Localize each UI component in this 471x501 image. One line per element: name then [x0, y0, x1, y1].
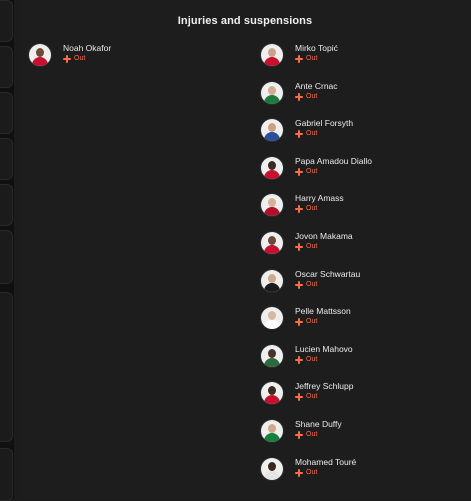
player-name: Shane Duffy — [295, 419, 342, 429]
status-text: Out — [306, 318, 318, 326]
player-avatar — [261, 81, 283, 104]
player-row[interactable]: Gabriel Forsyth Out — [261, 118, 353, 150]
player-avatar — [261, 382, 283, 405]
injury-cross-icon — [63, 55, 71, 63]
injuries-panel: Injuries and suspensions Noah Okafor Out … — [19, 0, 471, 499]
status-text: Out — [306, 355, 318, 363]
player-name: Jeffrey Schlupp — [295, 381, 354, 392]
injury-cross-icon — [295, 243, 303, 251]
rail-segment[interactable] — [0, 230, 13, 284]
status-badge: Out — [295, 130, 353, 139]
status-badge: Out — [295, 243, 353, 251]
status-text: Out — [74, 55, 86, 62]
injury-cross-icon — [295, 280, 303, 289]
player-row[interactable]: Harry Amass Out — [261, 193, 344, 225]
player-name: Papa Amadou Diallo — [295, 155, 373, 166]
status-badge: Out — [295, 280, 360, 289]
status-text: Out — [306, 468, 318, 476]
status-badge: Out — [295, 355, 353, 364]
player-avatar — [261, 156, 283, 179]
player-row[interactable]: Mirko Topić Out — [261, 43, 338, 75]
player-name: Harry Amass — [295, 193, 344, 204]
player-name: Jovon Makama — [295, 231, 353, 241]
player-avatar — [261, 119, 283, 142]
player-row[interactable]: Mohamed Touré Out — [261, 457, 356, 489]
player-row[interactable]: Jovon Makama Out — [261, 231, 353, 263]
injury-cross-icon — [295, 431, 303, 439]
rail-segment[interactable] — [0, 292, 13, 442]
section-title: Injuries and suspensions — [177, 15, 313, 27]
player-avatar — [261, 232, 283, 254]
injury-cross-icon — [295, 205, 303, 214]
player-name: Noah Okafor — [63, 43, 112, 53]
rail-segment[interactable] — [0, 0, 13, 42]
player-row[interactable]: Papa Amadou Diallo Out — [261, 156, 372, 188]
player-row[interactable]: Ante Crnac Out — [261, 81, 338, 113]
player-avatar — [261, 194, 283, 217]
status-badge: Out — [295, 92, 338, 101]
injury-cross-icon — [295, 167, 303, 176]
player-row[interactable]: Jeffrey Schlupp Out — [261, 381, 353, 413]
status-text: Out — [306, 92, 318, 100]
status-text: Out — [306, 280, 318, 288]
status-badge: Out — [295, 205, 344, 214]
injury-cross-icon — [295, 92, 303, 101]
player-avatar — [261, 457, 283, 480]
status-badge: Out — [295, 431, 342, 439]
injury-cross-icon — [295, 468, 303, 477]
player-name: Ante Crnac — [295, 80, 338, 91]
player-avatar — [29, 44, 51, 66]
player-avatar — [261, 344, 283, 367]
player-name: Gabriel Forsyth — [295, 118, 354, 129]
rail-segment[interactable] — [0, 138, 13, 180]
player-name: Mirko Topić — [295, 43, 338, 53]
status-badge: Out — [295, 468, 356, 477]
injury-cross-icon — [295, 55, 303, 63]
status-text: Out — [306, 393, 318, 401]
player-row[interactable]: Pelle Mattsson Out — [261, 306, 351, 338]
injury-cross-icon — [295, 318, 303, 327]
rail-segment[interactable] — [0, 448, 13, 501]
left-rail — [0, 0, 14, 501]
injury-cross-icon — [295, 355, 303, 364]
status-badge: Out — [295, 55, 338, 63]
player-avatar — [261, 307, 283, 330]
player-row[interactable]: Lucien Mahovo Out — [261, 344, 353, 376]
player-name: Pelle Mattsson — [295, 306, 351, 317]
player-row[interactable]: Oscar Schwartau Out — [261, 269, 360, 301]
status-badge: Out — [295, 318, 351, 327]
status-badge: Out — [63, 55, 111, 63]
player-name: Lucien Mahovo — [295, 343, 353, 354]
status-text: Out — [306, 55, 318, 62]
status-text: Out — [306, 167, 318, 175]
injury-cross-icon — [295, 393, 303, 402]
player-row[interactable]: Shane Duffy Out — [261, 419, 342, 451]
rail-segment[interactable] — [0, 92, 13, 134]
status-text: Out — [306, 243, 318, 250]
status-badge: Out — [295, 393, 353, 402]
status-text: Out — [306, 205, 318, 213]
rail-segment[interactable] — [0, 46, 13, 88]
rail-segment[interactable] — [0, 184, 13, 226]
status-badge: Out — [295, 167, 372, 176]
player-name: Mohamed Touré — [295, 456, 357, 467]
player-row[interactable]: Noah Okafor Out — [29, 43, 111, 75]
player-avatar — [261, 269, 283, 292]
status-text: Out — [306, 431, 318, 438]
player-name: Oscar Schwartau — [295, 268, 361, 279]
status-text: Out — [306, 130, 318, 138]
player-avatar — [261, 44, 283, 66]
injury-cross-icon — [295, 130, 303, 139]
player-avatar — [261, 420, 283, 442]
